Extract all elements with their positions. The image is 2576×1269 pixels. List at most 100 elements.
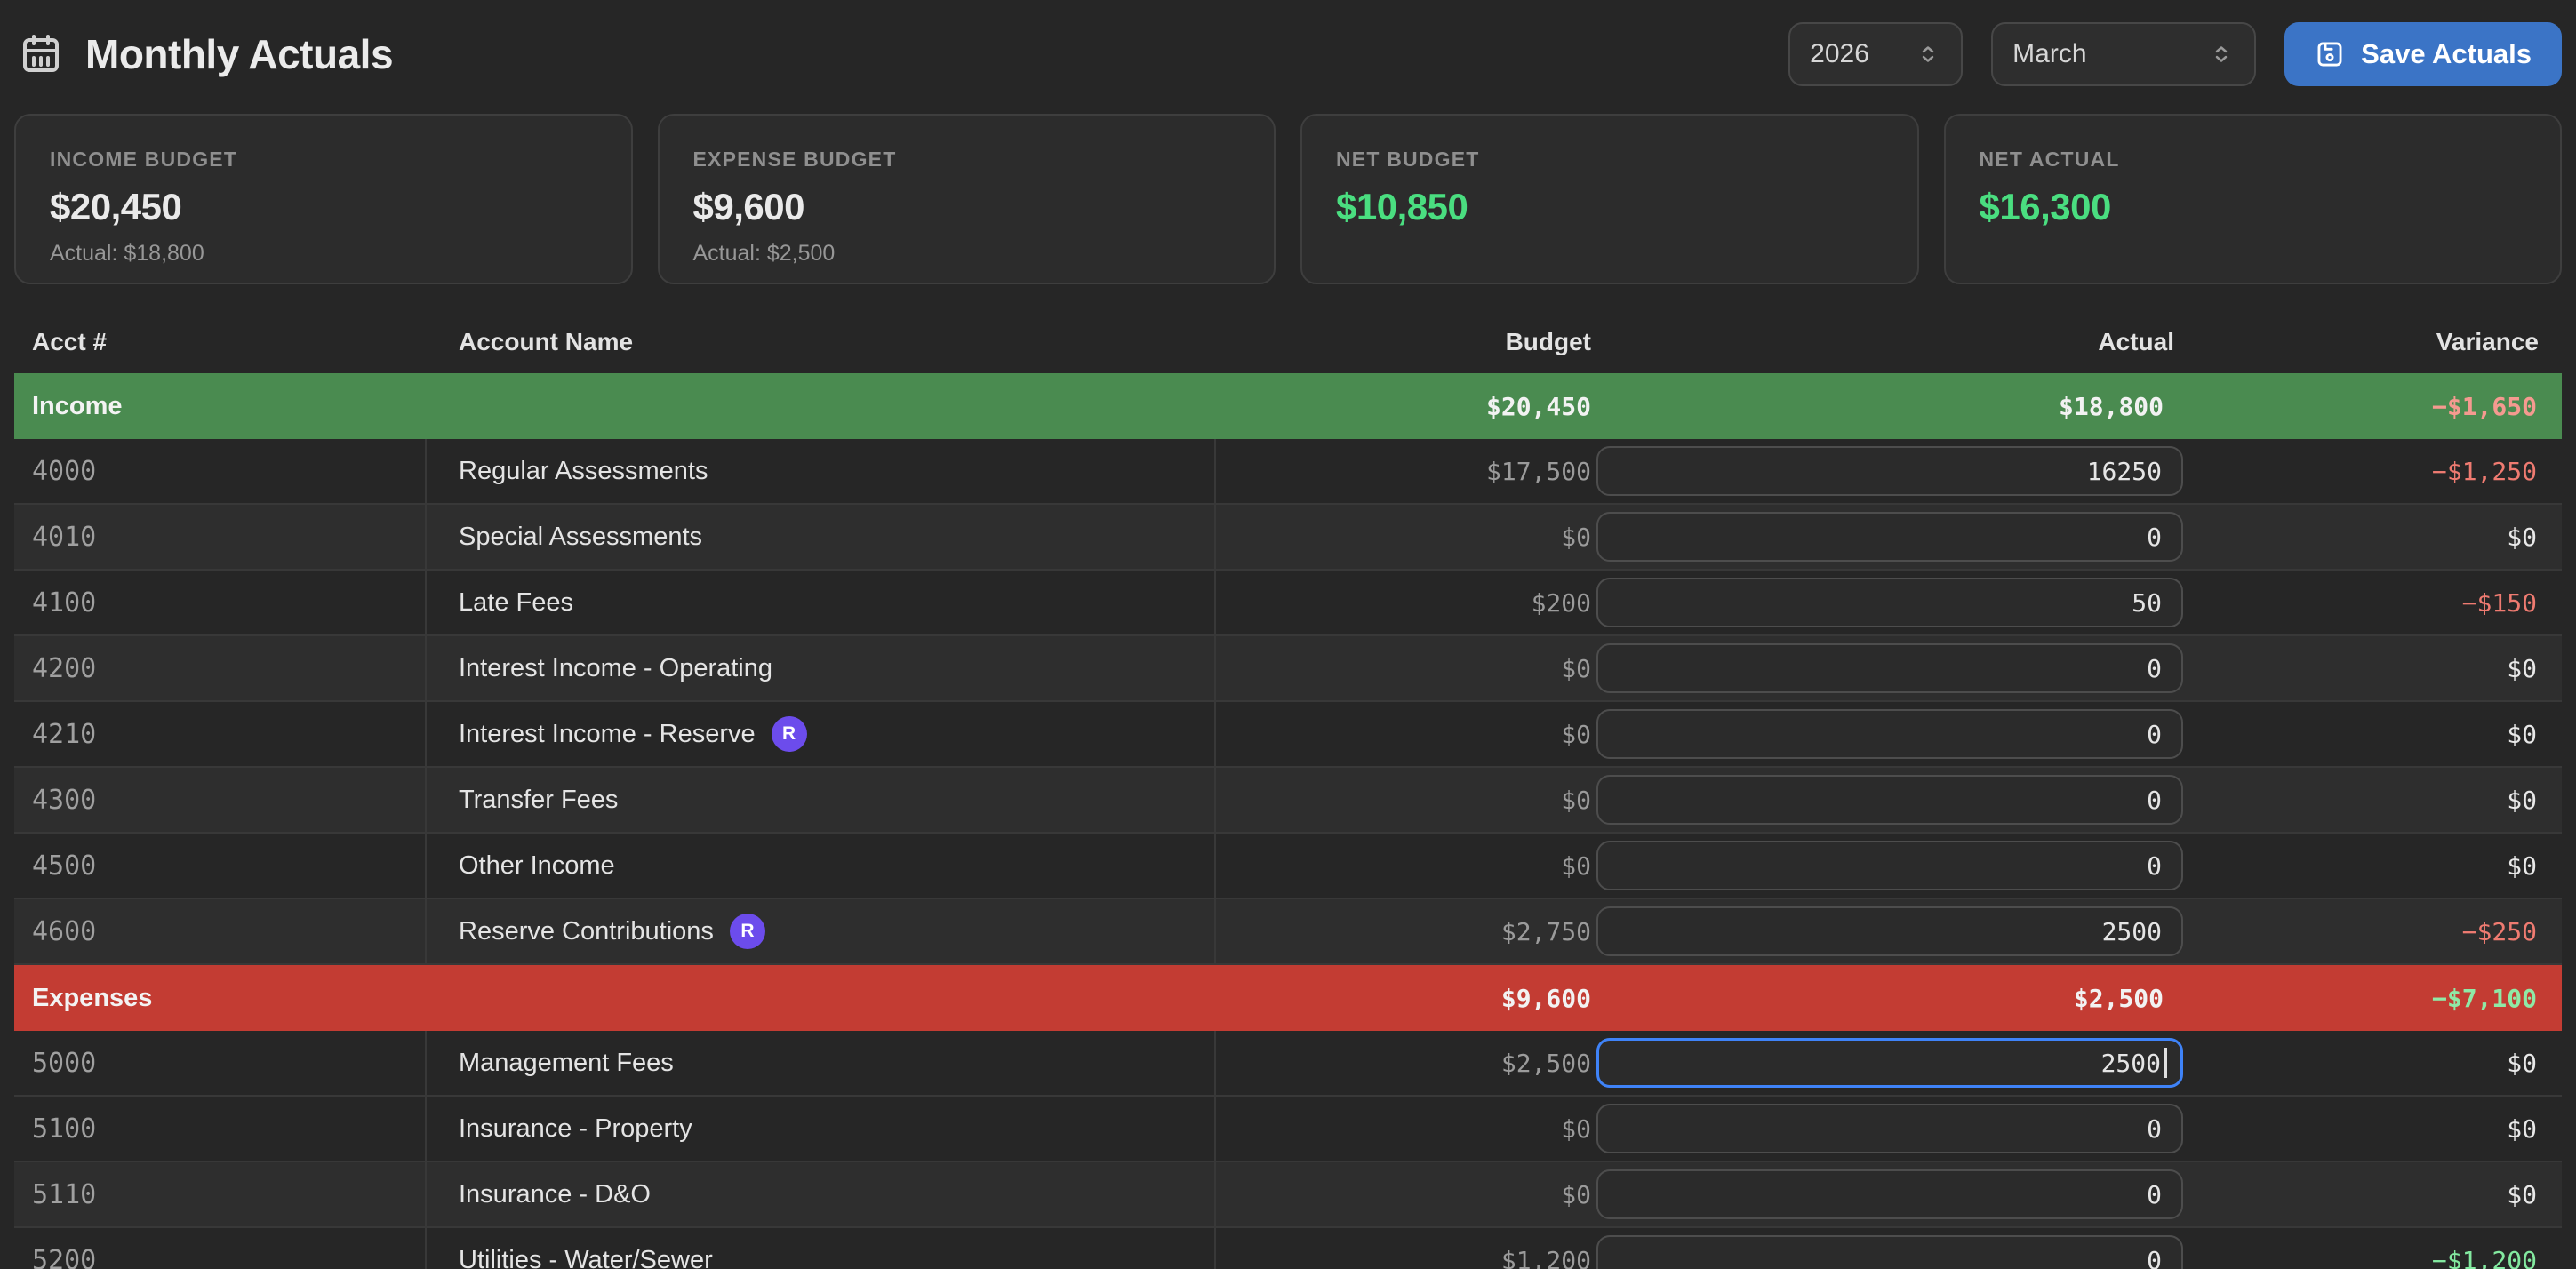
year-select[interactable]: 2026 bbox=[1788, 22, 1963, 86]
acct-cell: 4600 bbox=[14, 899, 427, 963]
year-select-value: 2026 bbox=[1810, 39, 1869, 69]
header-controls: 2026 March Save Actuals bbox=[1788, 22, 2562, 86]
variance-cell: −$1,250 bbox=[2185, 457, 2562, 486]
col-header-account-name: Account Name bbox=[427, 328, 1216, 356]
actual-input[interactable] bbox=[1596, 1104, 2183, 1153]
month-select[interactable]: March bbox=[1991, 22, 2256, 86]
budget-cell: $200 bbox=[1216, 588, 1591, 618]
account-name: Insurance - D&O bbox=[459, 1180, 651, 1209]
card-value: $9,600 bbox=[693, 186, 1241, 228]
variance-cell: $0 bbox=[2185, 1049, 2562, 1078]
account-name-cell: Interest Income - Operating bbox=[427, 636, 1216, 700]
actual-input[interactable] bbox=[1596, 1169, 2183, 1219]
budget-cell: $0 bbox=[1216, 523, 1591, 552]
summary-cards: INCOME BUDGET $20,450 Actual: $18,800 EX… bbox=[14, 114, 2562, 284]
account-name: Reserve Contributions bbox=[459, 917, 714, 946]
acct-cell: 4200 bbox=[14, 636, 427, 700]
actual-input[interactable] bbox=[1596, 1235, 2183, 1269]
acct-cell: 5000 bbox=[14, 1031, 427, 1095]
section-row-income: Income $20,450 $18,800 −$1,650 bbox=[14, 373, 2562, 439]
account-name: Late Fees bbox=[459, 588, 573, 618]
section-budget: $20,450 bbox=[1216, 392, 1591, 421]
actuals-table: Acct # Account Name Budget Actual Varian… bbox=[14, 311, 2562, 1269]
reserve-badge: R bbox=[772, 716, 807, 752]
section-row-expenses: Expenses $9,600 $2,500 −$7,100 bbox=[14, 965, 2562, 1031]
card-value: $20,450 bbox=[50, 186, 597, 228]
col-header-acct: Acct # bbox=[14, 328, 427, 356]
card-subtext: Actual: $2,500 bbox=[693, 241, 1241, 267]
table-header-row: Acct # Account Name Budget Actual Varian… bbox=[14, 311, 2562, 373]
section-actual: $18,800 bbox=[1591, 392, 2185, 421]
actual-cell bbox=[1591, 643, 2185, 693]
col-header-variance: Variance bbox=[2185, 328, 2562, 356]
table-row-4300: 4300 Transfer Fees $0 $0 bbox=[14, 768, 2562, 834]
acct-cell: 4500 bbox=[14, 834, 427, 898]
account-name-cell: Transfer Fees bbox=[427, 768, 1216, 832]
actual-cell bbox=[1591, 775, 2185, 825]
budget-cell: $17,500 bbox=[1216, 457, 1591, 486]
variance-cell: −$250 bbox=[2185, 917, 2562, 946]
actual-input[interactable] bbox=[1596, 446, 2183, 496]
actual-cell bbox=[1591, 578, 2185, 627]
actual-cell bbox=[1591, 446, 2185, 496]
actual-cell bbox=[1591, 512, 2185, 562]
variance-cell: $0 bbox=[2185, 851, 2562, 881]
net-actual-card: NET ACTUAL $16,300 bbox=[1944, 114, 2563, 284]
acct-cell: 5100 bbox=[14, 1097, 427, 1161]
col-header-budget: Budget bbox=[1216, 328, 1591, 356]
section-variance: −$7,100 bbox=[2185, 984, 2562, 1013]
acct-cell: 4010 bbox=[14, 505, 427, 569]
actual-input[interactable] bbox=[1596, 709, 2183, 759]
budget-cell: $2,750 bbox=[1216, 917, 1591, 946]
account-name: Regular Assessments bbox=[459, 457, 708, 486]
expense-budget-card: EXPENSE BUDGET $9,600 Actual: $2,500 bbox=[658, 114, 1276, 284]
budget-cell: $0 bbox=[1216, 720, 1591, 749]
account-name-cell: Interest Income - Reserve R bbox=[427, 702, 1216, 766]
table-row-4600: 4600 Reserve ContributionsR $2,750 −$250 bbox=[14, 899, 2562, 965]
acct-cell: 4100 bbox=[14, 571, 427, 634]
card-subtext: Actual: $18,800 bbox=[50, 241, 597, 267]
budget-cell: $0 bbox=[1216, 1114, 1591, 1144]
table-row-5100: 5100 Insurance - Property $0 $0 bbox=[14, 1097, 2562, 1162]
acct-cell: 4000 bbox=[14, 439, 427, 503]
save-actuals-button[interactable]: Save Actuals bbox=[2284, 22, 2562, 86]
actual-cell bbox=[1591, 1169, 2185, 1219]
actual-input[interactable] bbox=[1596, 643, 2183, 693]
actual-input[interactable] bbox=[1596, 906, 2183, 956]
acct-cell: 5200 bbox=[14, 1228, 427, 1269]
section-name: Expenses bbox=[14, 984, 1216, 1013]
account-name: Other Income bbox=[459, 851, 615, 881]
card-label: NET BUDGET bbox=[1336, 148, 1884, 172]
section-name: Income bbox=[14, 392, 1216, 421]
account-name: Interest Income - Reserve bbox=[459, 720, 756, 749]
actual-input[interactable] bbox=[1596, 841, 2183, 890]
acct-cell: 5110 bbox=[14, 1162, 427, 1226]
account-name: Management Fees bbox=[459, 1049, 674, 1078]
table-row-4000: 4000 Regular Assessments $17,500 −$1,250 bbox=[14, 439, 2562, 505]
actual-input[interactable] bbox=[1596, 578, 2183, 627]
actual-input-focused[interactable] bbox=[1596, 1038, 2183, 1088]
account-name-cell: Utilities - Water/Sewer bbox=[427, 1228, 1216, 1269]
table-row-4210: 4210 Interest Income - ReserveR $0 $0 bbox=[14, 702, 2562, 768]
table-row-5000: 5000 Management Fees $2,500 $0 bbox=[14, 1031, 2562, 1097]
actual-cell bbox=[1591, 906, 2185, 956]
income-budget-card: INCOME BUDGET $20,450 Actual: $18,800 bbox=[14, 114, 633, 284]
account-name-cell: Special Assessments bbox=[427, 505, 1216, 569]
save-floppy-icon bbox=[2315, 39, 2345, 69]
account-name: Special Assessments bbox=[459, 523, 702, 552]
net-budget-card: NET BUDGET $10,850 bbox=[1300, 114, 1919, 284]
table-row-4500: 4500 Other Income $0 $0 bbox=[14, 834, 2562, 899]
account-name-cell: Other Income bbox=[427, 834, 1216, 898]
budget-cell: $0 bbox=[1216, 654, 1591, 683]
variance-cell: $0 bbox=[2185, 654, 2562, 683]
chevron-up-down-icon bbox=[1915, 41, 1941, 68]
card-value: $16,300 bbox=[1980, 186, 2527, 228]
budget-cell: $0 bbox=[1216, 851, 1591, 881]
save-button-label: Save Actuals bbox=[2361, 38, 2532, 70]
actual-input[interactable] bbox=[1596, 775, 2183, 825]
col-header-actual: Actual bbox=[1591, 328, 2185, 356]
card-label: INCOME BUDGET bbox=[50, 148, 597, 172]
account-name: Transfer Fees bbox=[459, 786, 618, 815]
actual-input[interactable] bbox=[1596, 512, 2183, 562]
acct-cell: 4300 bbox=[14, 768, 427, 832]
